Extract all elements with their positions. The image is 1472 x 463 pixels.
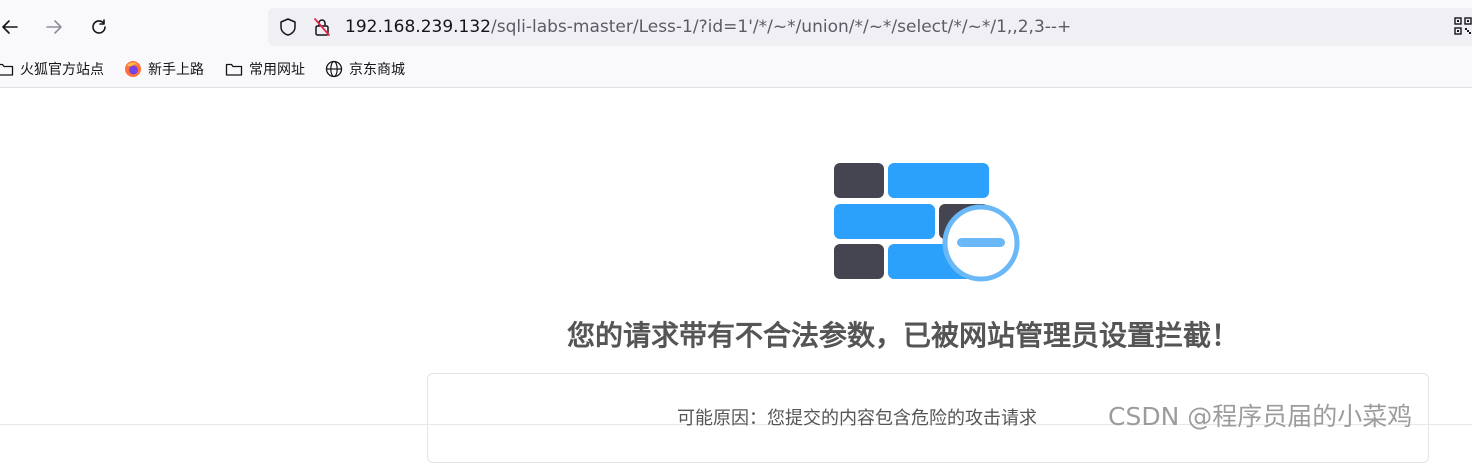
folder-icon [0,63,14,76]
qr-code-icon[interactable] [1454,17,1472,35]
folder-icon [225,63,243,76]
bookmarks-toolbar: 火狐官方站点 新手上路 常用网址 京东商城 [0,55,1472,83]
forward-button[interactable] [40,13,68,41]
firewall-block-icon [834,163,1020,282]
arrow-right-icon [46,20,62,34]
bookmark-item[interactable]: 火狐官方站点 [0,59,104,79]
tracking-shield-icon[interactable] [278,17,298,37]
reload-button[interactable] [85,13,113,41]
firefox-icon [125,61,141,77]
back-button[interactable] [0,13,24,41]
arrow-left-icon [2,20,18,34]
browser-chrome: 192.168.239.132/sqli-labs-master/Less-1/… [0,0,1472,88]
reload-icon [92,19,106,34]
url-path: /sqli-labs-master/Less-1/?id=1'/*/~*/uni… [491,17,1072,37]
url-text[interactable]: 192.168.239.132/sqli-labs-master/Less-1/… [345,16,1071,38]
bookmark-label: 火狐官方站点 [20,62,104,78]
bookmark-item[interactable]: 新手上路 [124,59,204,79]
bookmark-item[interactable]: 常用网址 [225,59,305,79]
bookmark-label: 京东商城 [349,62,405,78]
bookmark-item[interactable]: 京东商城 [325,59,405,79]
globe-icon [325,60,343,78]
reason-text: 可能原因：您提交的内容包含危险的攻击请求 [677,408,1037,429]
browser-toolbar: 192.168.239.132/sqli-labs-master/Less-1/… [0,0,1472,52]
page-title-text: 您的请求带有不合法参数，已被网站管理员设置拦截！ [567,319,1240,352]
url-host: 192.168.239.132 [345,17,492,37]
bookmark-label: 新手上路 [148,62,204,78]
bookmark-label: 常用网址 [249,62,305,78]
watermark: CSDN @程序员届的小菜鸡 [1108,402,1413,431]
insecure-lock-icon[interactable] [312,17,332,37]
url-bar[interactable]: 192.168.239.132/sqli-labs-master/Less-1/… [268,8,1472,46]
